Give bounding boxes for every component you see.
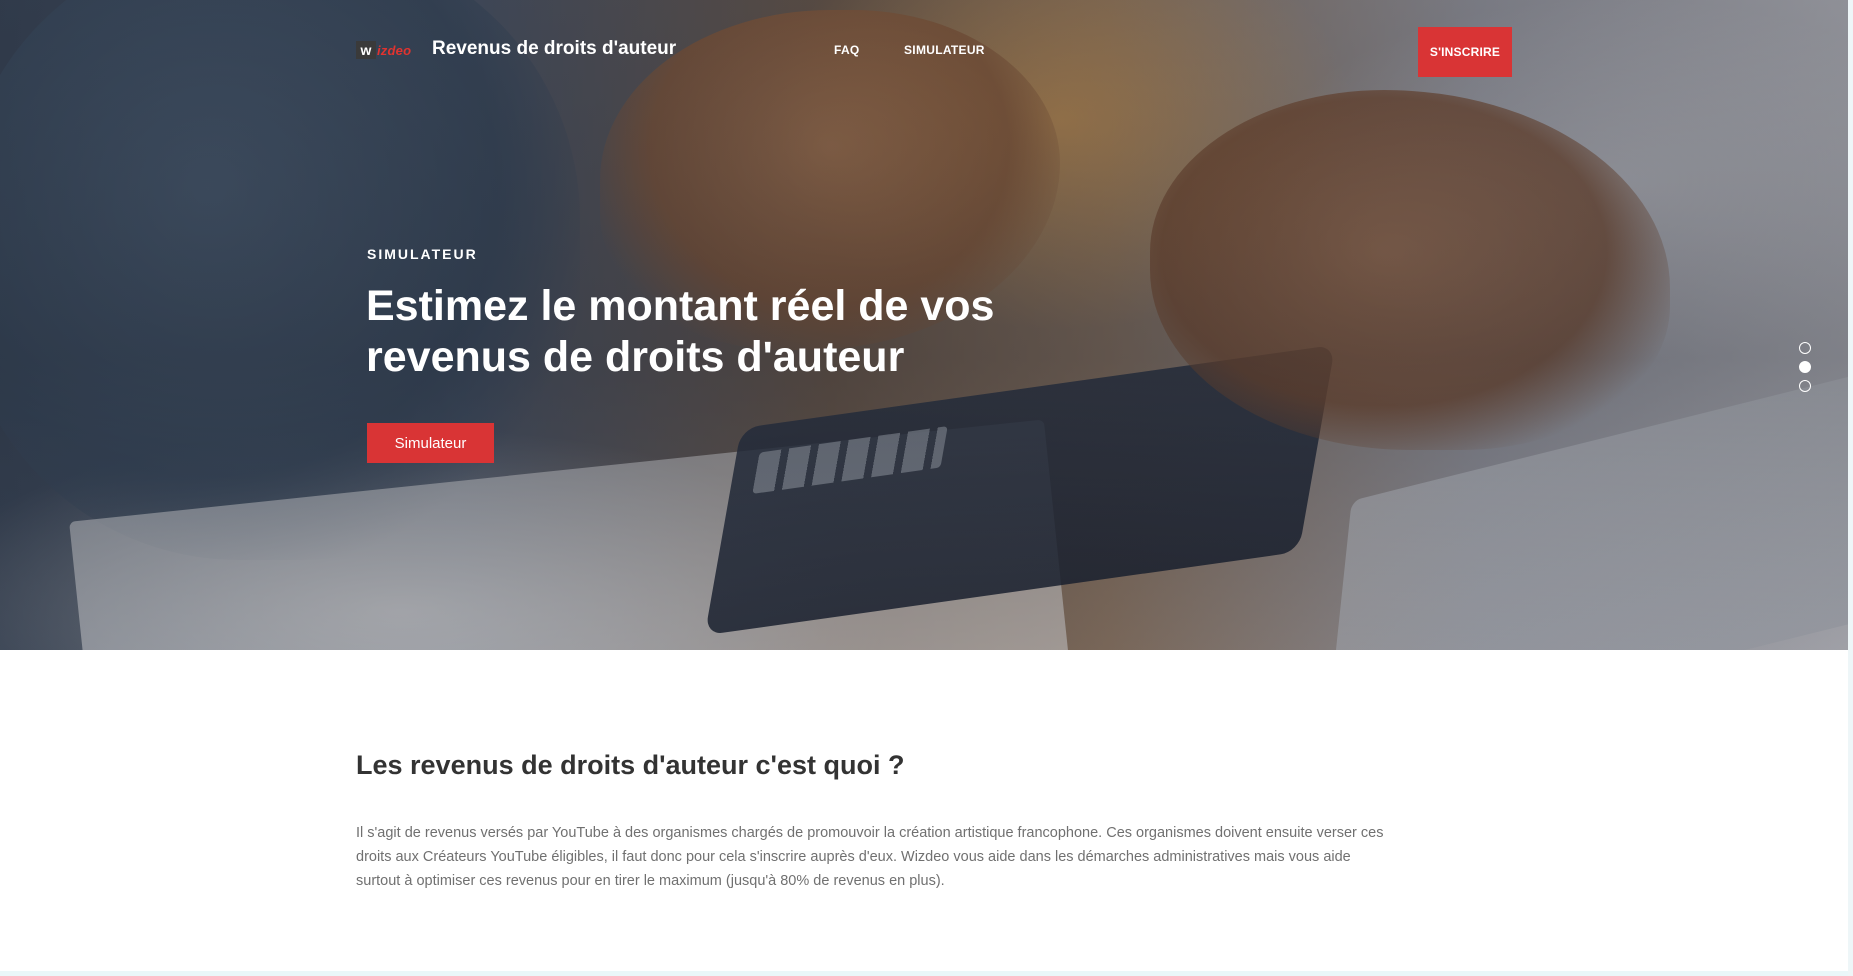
nav-faq-link[interactable]: FAQ <box>834 43 860 57</box>
section-description: Il s'agit de revenus versés par YouTube … <box>356 825 1384 889</box>
site-title[interactable]: Revenus de droits d'auteur <box>432 38 676 60</box>
register-button[interactable]: S'INSCRIRE <box>1418 27 1512 77</box>
section-divider <box>0 971 1848 976</box>
hero-kicker: SIMULATEUR <box>367 246 478 262</box>
simulateur-button[interactable]: Simulateur <box>367 423 494 463</box>
page: w izdeo Revenus de droits d'auteur FAQ S… <box>0 0 1853 976</box>
logo-mark: w <box>356 41 376 59</box>
hero-headline: Estimez le montant réel de vos revenus d… <box>366 281 1126 383</box>
nav-simulateur-link[interactable]: SIMULATEUR <box>904 43 985 57</box>
hero-banner: w izdeo Revenus de droits d'auteur FAQ S… <box>0 0 1848 650</box>
section-title: Les revenus de droits d'auteur c'est quo… <box>356 750 905 780</box>
logo-wordmark: izdeo <box>377 42 412 58</box>
slider-dot-3[interactable] <box>1799 380 1811 392</box>
hero-headline-line-2: revenus de droits d'auteur <box>366 333 905 381</box>
hero-headline-line-1: Estimez le montant réel de vos <box>366 282 995 330</box>
wizdeo-logo[interactable]: w izdeo <box>356 40 416 60</box>
page-scrollbar[interactable] <box>1848 0 1853 976</box>
slider-pagination <box>1799 342 1813 399</box>
slider-dot-2-active[interactable] <box>1799 361 1811 373</box>
slider-dot-1[interactable] <box>1799 342 1811 354</box>
